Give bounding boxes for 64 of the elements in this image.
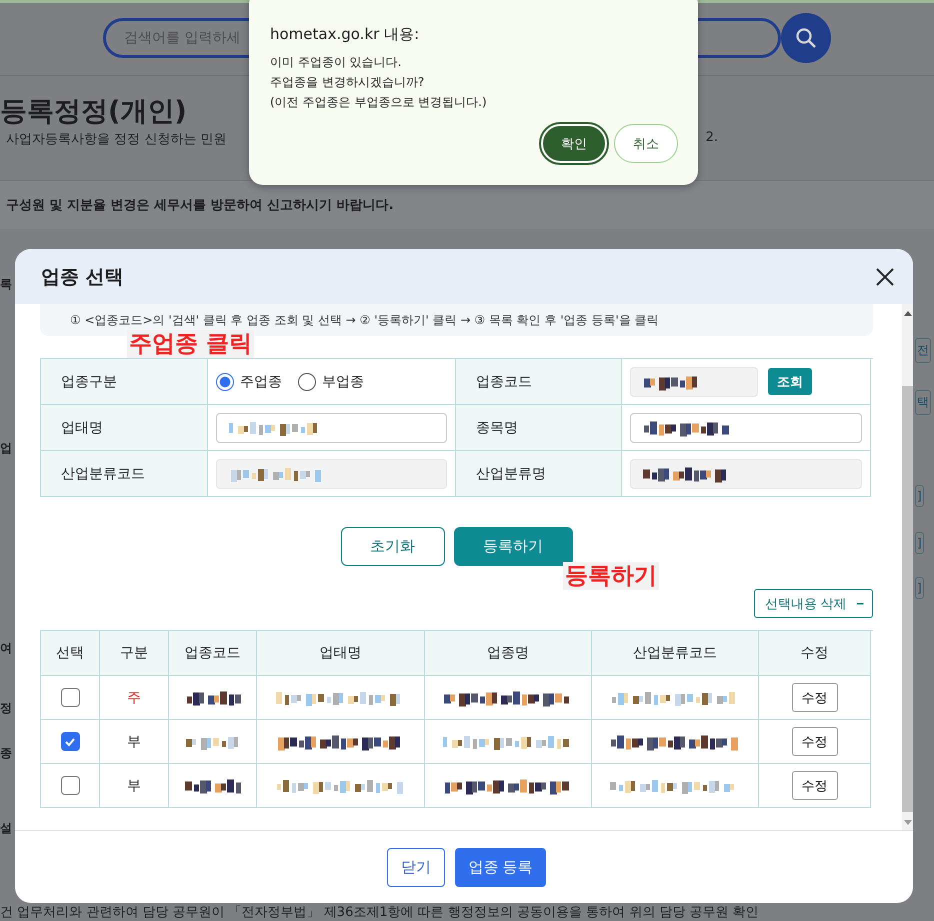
page-description: 사업자등록사항을 정정 신청하는 민원 — [6, 131, 226, 148]
section-label: 록 — [0, 276, 12, 293]
instructions-text: ① <업종코드>의 '검색' 클릭 후 업종 조회 및 선택 → ② '등록하기' 클릭 → ③ 목록 확인 후 '업종 등록'을 클릭 — [70, 312, 659, 328]
alert-title: hometax.go.kr 내용: — [270, 25, 420, 44]
section-label: 정 — [0, 700, 12, 717]
field-label: 업태명 — [41, 405, 208, 451]
row-checkbox[interactable] — [60, 732, 80, 751]
annotation-text: 등록하기 — [563, 562, 659, 590]
scroll-up-icon[interactable] — [904, 310, 912, 316]
consent-text: 건 업무처리와 관련하여 담당 공무원이 「전자정부법」 제36조제1항에 따른 행정정보의 공동이용을 통하여 위의 담당 공무원 확인 — [0, 905, 759, 920]
column-header: 업종명 — [425, 631, 592, 676]
column-header: 선택 — [41, 631, 100, 676]
column-header: 업태명 — [257, 631, 425, 676]
section-label: 종 — [0, 745, 12, 762]
radio-option[interactable]: 부업종 — [298, 372, 364, 390]
check-icon — [64, 736, 76, 748]
radio-option[interactable]: 주업종 — [216, 372, 282, 390]
edit-button[interactable]: 수정 — [792, 771, 838, 800]
search-button[interactable] — [781, 13, 831, 63]
search-icon — [795, 27, 817, 49]
close-icon — [875, 266, 895, 286]
annotation-text: 주업종 클릭 — [127, 330, 254, 358]
text-field[interactable] — [630, 412, 862, 442]
row-checkbox[interactable] — [60, 688, 80, 707]
section-label: 여 — [0, 640, 12, 657]
field-label: 업종코드 — [456, 359, 622, 405]
field-label: 산업분류코드 — [41, 451, 208, 497]
dialog-button[interactable]: 닫기 — [387, 848, 445, 886]
delete-selection-button[interactable]: 선택내용 삭제 − — [754, 589, 873, 618]
alert-message: 이미 주업종이 있습니다. — [270, 54, 402, 71]
alert-message: (이전 주업종은 부업종으로 변경됩니다.) — [270, 94, 488, 111]
code-field[interactable] — [630, 366, 758, 396]
text-field[interactable] — [630, 458, 862, 488]
alert-button[interactable]: 취소 — [614, 124, 678, 163]
action-button[interactable]: 초기화 — [340, 527, 444, 566]
section-label: 업 — [0, 440, 12, 457]
modal-title: 업종 선택 — [41, 264, 124, 290]
field-label: 업종구분 — [41, 359, 208, 405]
section-label: 설 — [0, 820, 12, 837]
text-field[interactable] — [216, 412, 447, 442]
table-cell: 부 — [127, 732, 141, 750]
table-cell: 주 — [127, 688, 141, 706]
alert-button[interactable]: 확인 — [541, 124, 607, 163]
scrollbar[interactable] — [902, 304, 913, 830]
column-header: 산업분류코드 — [592, 631, 759, 676]
lookup-button[interactable]: 조회 — [768, 368, 812, 395]
text-field[interactable] — [216, 458, 447, 488]
row-checkbox[interactable] — [60, 776, 80, 795]
field-label: 종목명 — [456, 405, 622, 451]
edit-button[interactable]: 수정 — [792, 727, 838, 756]
notice-text: 구성원 및 지분율 변경은 세무서를 방문하여 신고하시기 바랍니다. — [6, 197, 394, 214]
column-header: 업종코드 — [169, 631, 257, 676]
table-cell: 부 — [127, 776, 141, 794]
close-button[interactable] — [875, 266, 895, 286]
column-header: 수정 — [759, 631, 871, 676]
action-button[interactable]: 등록하기 — [454, 527, 572, 566]
page-description: 2. — [706, 130, 718, 147]
dialog-button[interactable]: 업종 등록 — [455, 848, 546, 886]
scroll-down-icon[interactable] — [904, 820, 912, 826]
column-header: 구분 — [100, 631, 169, 676]
alert-message: 주업종을 변경하시겠습니까? — [270, 74, 426, 91]
field-label: 산업분류명 — [456, 451, 622, 497]
edit-button[interactable]: 수정 — [792, 683, 838, 712]
page-title: 등록정정(개인) — [0, 95, 187, 129]
